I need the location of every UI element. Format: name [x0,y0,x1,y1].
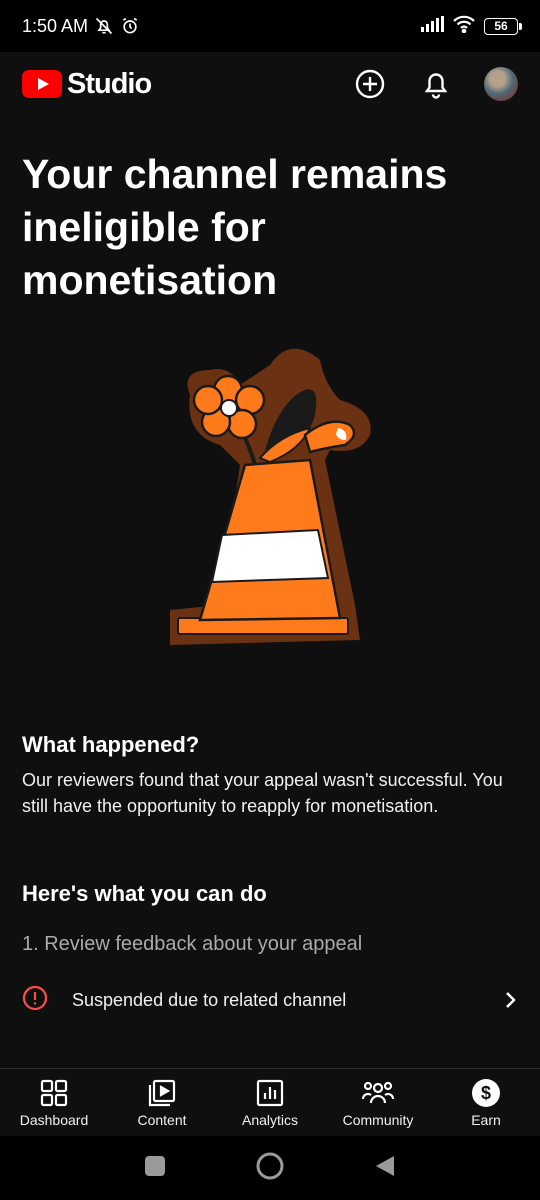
create-button[interactable] [352,66,388,102]
community-icon [361,1081,395,1103]
bottom-nav: Dashboard Content Analytics Community $ … [0,1068,540,1136]
create-icon [355,69,385,99]
notifications-button[interactable] [418,66,454,102]
what-happened-body: Our reviewers found that your appeal was… [22,770,503,816]
content-icon [148,1079,176,1106]
nav-content-label: Content [137,1111,187,1128]
chevron-right-icon [504,991,518,1009]
page-headline: Your channel remains ineligible for mone… [22,151,448,303]
studio-logo[interactable]: Studio [22,67,152,101]
svg-text:$: $ [481,1083,491,1103]
battery-icon: 56 [484,17,522,35]
nav-dashboard[interactable]: Dashboard [0,1069,108,1136]
nav-dashboard-label: Dashboard [19,1111,89,1128]
mute-icon [94,16,114,36]
nav-community-label: Community [342,1111,414,1128]
alert-icon [22,985,48,1016]
nav-analytics[interactable]: Analytics [216,1069,324,1136]
nav-earn-label: Earn [471,1111,501,1128]
step-review-feedback: 1. Review feedback about your appeal [22,933,363,955]
nav-analytics-label: Analytics [241,1111,299,1128]
nav-content[interactable]: Content [108,1069,216,1136]
dashboard-icon [40,1079,68,1106]
wifi-icon [452,15,476,38]
recents-icon[interactable] [144,1155,166,1182]
logo-text: Studio [67,67,152,100]
avatar[interactable] [484,67,518,101]
next-steps-title: Here's what you can do [22,881,267,906]
app-header: Studio [0,52,540,116]
bell-icon [424,73,448,99]
youtube-play-icon [22,70,62,98]
feedback-item-label: Suspended due to related channel [72,989,347,1010]
analytics-icon [256,1079,284,1106]
alarm-icon [120,16,140,36]
nav-earn[interactable]: $ Earn [432,1069,540,1136]
home-icon[interactable] [255,1151,285,1186]
status-bar: 1:50 AM 56 [0,0,540,52]
feedback-item-row[interactable]: Suspended due to related channel [0,978,540,1022]
earn-icon: $ [472,1078,500,1107]
traffic-cone-illustration [160,340,380,650]
signal-icon [420,15,444,37]
what-happened-title: What happened? [22,732,200,757]
back-icon[interactable] [374,1154,396,1183]
nav-community[interactable]: Community [324,1069,432,1136]
system-nav-bar [0,1136,540,1200]
status-time: 1:50 AM [22,15,89,36]
